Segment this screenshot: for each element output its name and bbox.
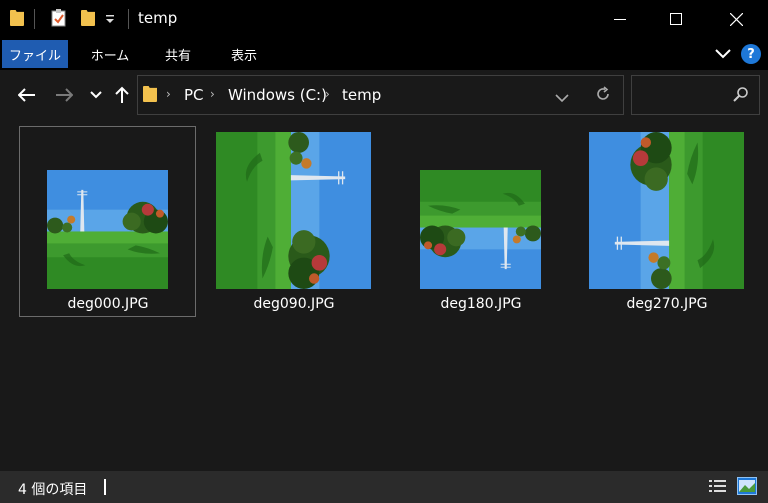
maximize-button[interactable] <box>646 0 706 38</box>
folder-icon <box>143 86 157 102</box>
search-icon[interactable] <box>733 86 749 106</box>
breadcrumb-pc[interactable]: PC <box>184 86 204 104</box>
file-name[interactable]: deg000.JPG <box>28 296 188 312</box>
refresh-icon[interactable] <box>595 86 611 106</box>
customize-toolbar-icon[interactable] <box>104 11 116 27</box>
file-name[interactable]: deg180.JPG <box>401 296 561 312</box>
file-thumbnail[interactable] <box>420 170 541 289</box>
file-name[interactable]: deg090.JPG <box>214 296 374 312</box>
file-thumbnail[interactable] <box>47 170 168 289</box>
title-separator <box>128 9 129 29</box>
chevron-right-icon[interactable]: › <box>325 87 330 101</box>
address-dropdown-icon[interactable] <box>555 88 569 107</box>
item-count: 4 個の項目 <box>18 482 88 498</box>
tab-share[interactable]: 共有 <box>152 40 204 68</box>
window-title: temp <box>138 9 178 27</box>
status-separator <box>104 479 106 495</box>
folder-icon <box>10 10 24 26</box>
chevron-right-icon[interactable]: › <box>210 87 215 101</box>
tab-home[interactable]: ホーム <box>80 40 140 68</box>
large-icons-view-icon[interactable] <box>737 477 757 499</box>
minimize-button[interactable] <box>590 0 650 38</box>
properties-icon[interactable] <box>51 9 67 27</box>
close-button[interactable] <box>706 0 766 38</box>
details-view-icon[interactable] <box>709 479 727 499</box>
title-separator <box>34 9 35 29</box>
forward-button[interactable] <box>52 82 76 108</box>
help-icon[interactable]: ? <box>741 44 761 64</box>
status-bar <box>0 471 768 503</box>
recent-locations-button[interactable] <box>84 82 108 108</box>
file-name[interactable]: deg270.JPG <box>587 296 747 312</box>
back-button[interactable] <box>15 82 39 108</box>
chevron-right-icon[interactable]: › <box>166 87 171 101</box>
tab-view[interactable]: 表示 <box>216 40 272 68</box>
file-thumbnail[interactable] <box>216 132 371 289</box>
tab-file[interactable]: ファイル <box>2 40 68 68</box>
breadcrumb-drive[interactable]: Windows (C:) <box>228 86 327 104</box>
file-thumbnail[interactable] <box>589 132 744 289</box>
up-button[interactable] <box>110 82 134 108</box>
new-folder-icon[interactable] <box>81 10 95 26</box>
expand-ribbon-icon[interactable] <box>713 46 733 62</box>
breadcrumb-temp[interactable]: temp <box>342 86 381 104</box>
